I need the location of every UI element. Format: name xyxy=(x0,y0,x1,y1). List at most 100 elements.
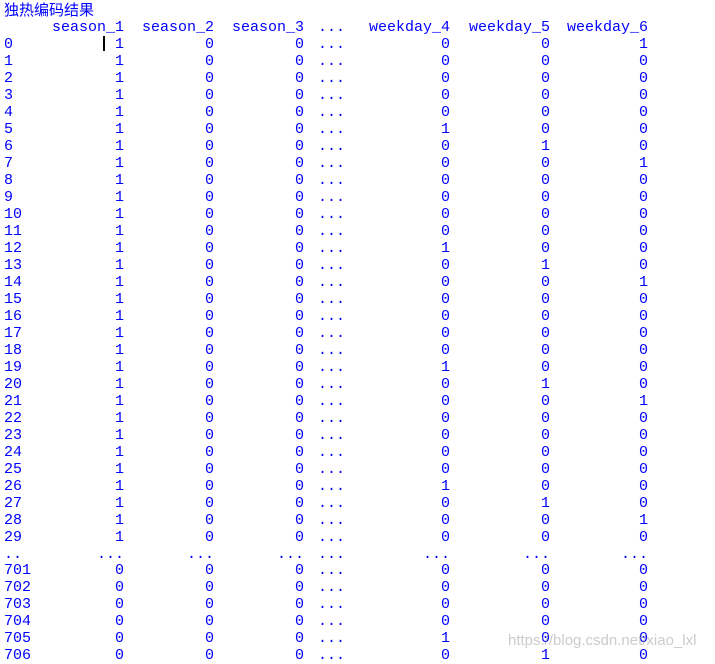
cell-season-3: 0 xyxy=(294,53,304,70)
row-index: 17 xyxy=(4,325,23,342)
cell-ellipsis: ... xyxy=(318,291,346,308)
row-index: 18 xyxy=(4,342,23,359)
cell-season-2: 0 xyxy=(204,630,214,647)
cell-weekday-4: 0 xyxy=(440,495,450,512)
cell-season-3: 0 xyxy=(294,70,304,87)
cell-season-2: 0 xyxy=(204,53,214,70)
cell-ellipsis: ... xyxy=(318,53,346,70)
cell-weekday-5: 0 xyxy=(540,172,550,189)
cell-season-1: 1 xyxy=(114,478,124,495)
cell-weekday-5: 0 xyxy=(540,104,550,121)
cell-weekday-6: 0 xyxy=(638,87,648,104)
cell-season-3: 0 xyxy=(294,613,304,630)
cell-weekday-4: 0 xyxy=(440,104,450,121)
table-row: 12 1 0 0... 1 0 0 xyxy=(4,240,648,257)
cell-weekday-6: 0 xyxy=(638,613,648,630)
table-row: 0 1 0 0... 0 0 1 xyxy=(4,36,648,53)
table-row: 8 1 0 0... 0 0 0 xyxy=(4,172,648,189)
cell-weekday-4: 0 xyxy=(440,647,450,664)
cell-weekday-4: 0 xyxy=(440,36,450,53)
cell-season-1: 1 xyxy=(114,461,124,478)
row-index: 702 xyxy=(4,579,32,596)
cell-season-3: 0 xyxy=(294,121,304,138)
table-row: 702 0 0 0... 0 0 0 xyxy=(4,579,648,596)
cell-season-2: 0 xyxy=(204,647,214,664)
cell-ellipsis: ... xyxy=(318,308,346,325)
cell-season-3: 0 xyxy=(294,172,304,189)
cell-season-2: 0 xyxy=(204,87,214,104)
cell-season-1: 1 xyxy=(114,512,124,529)
console-output: 独热编码结果 season_1 season_2 season_3 ... we… xyxy=(4,2,648,664)
cell-weekday-6: 0 xyxy=(638,647,648,664)
cell-season-3: 0 xyxy=(294,478,304,495)
table-row: 19 1 0 0... 1 0 0 xyxy=(4,359,648,376)
cell-season-1: 1 xyxy=(114,87,124,104)
cell-weekday-6: 0 xyxy=(638,478,648,495)
cell-weekday-5: 0 xyxy=(540,444,550,461)
cell-weekday-4: 0 xyxy=(440,308,450,325)
header-weekday-5: weekday_5 xyxy=(468,19,550,36)
cell-season-1: ... xyxy=(96,546,124,563)
cell-season-2: 0 xyxy=(204,376,214,393)
cell-weekday-5: 0 xyxy=(540,223,550,240)
cell-season-3: 0 xyxy=(294,495,304,512)
row-index: 0 xyxy=(4,36,14,53)
cell-season-2: 0 xyxy=(204,223,214,240)
header-season-2: season_2 xyxy=(141,19,214,36)
cell-weekday-5: 0 xyxy=(540,393,550,410)
cell-weekday-6: 0 xyxy=(638,342,648,359)
cell-season-2: 0 xyxy=(204,70,214,87)
cell-weekday-6: 0 xyxy=(638,579,648,596)
cell-weekday-4: 0 xyxy=(440,155,450,172)
cell-season-1: 1 xyxy=(114,70,124,87)
table-row: 23 1 0 0... 0 0 0 xyxy=(4,427,648,444)
cell-ellipsis: ... xyxy=(318,529,346,546)
cell-season-3: 0 xyxy=(294,579,304,596)
cell-ellipsis: ... xyxy=(318,478,346,495)
cell-ellipsis: ... xyxy=(318,427,346,444)
cell-season-2: 0 xyxy=(204,291,214,308)
cell-weekday-4: 1 xyxy=(440,478,450,495)
cell-weekday-6: 0 xyxy=(638,325,648,342)
table-row: 10 1 0 0... 0 0 0 xyxy=(4,206,648,223)
table-row: 14 1 0 0... 0 0 1 xyxy=(4,274,648,291)
table-row: 9 1 0 0... 0 0 0 xyxy=(4,189,648,206)
cell-season-1: 0 xyxy=(114,630,124,647)
row-index: 26 xyxy=(4,478,23,495)
cell-weekday-6: 0 xyxy=(638,461,648,478)
cell-season-1: 1 xyxy=(114,138,124,155)
cell-weekday-5: 0 xyxy=(540,87,550,104)
cell-ellipsis: ... xyxy=(318,630,346,647)
cell-season-3: 0 xyxy=(294,410,304,427)
row-index: 19 xyxy=(4,359,23,376)
cell-weekday-4: 1 xyxy=(440,359,450,376)
cell-weekday-6: 0 xyxy=(638,223,648,240)
cell-weekday-4: 0 xyxy=(440,427,450,444)
cell-weekday-5: 1 xyxy=(540,257,550,274)
cell-season-1: 1 xyxy=(114,206,124,223)
cell-weekday-6: 0 xyxy=(638,427,648,444)
cell-weekday-6: 1 xyxy=(638,274,648,291)
cell-season-1: 1 xyxy=(114,529,124,546)
cell-season-2: 0 xyxy=(204,444,214,461)
cell-weekday-4: 1 xyxy=(440,630,450,647)
cell-season-3: 0 xyxy=(294,325,304,342)
cell-weekday-4: 1 xyxy=(440,240,450,257)
cell-season-3: 0 xyxy=(294,393,304,410)
cell-ellipsis: ... xyxy=(318,257,346,274)
row-index: 701 xyxy=(4,562,32,579)
cell-weekday-4: 0 xyxy=(440,291,450,308)
cell-weekday-4: 0 xyxy=(440,579,450,596)
cell-ellipsis: ... xyxy=(318,410,346,427)
table-row: 16 1 0 0... 0 0 0 xyxy=(4,308,648,325)
cell-weekday-6: 0 xyxy=(638,308,648,325)
cell-season-2: 0 xyxy=(204,393,214,410)
cell-season-3: 0 xyxy=(294,512,304,529)
cell-season-1: 1 xyxy=(114,325,124,342)
cell-season-1: 1 xyxy=(114,121,124,138)
cell-season-3: 0 xyxy=(294,189,304,206)
cell-season-2: 0 xyxy=(204,359,214,376)
cell-ellipsis: ... xyxy=(318,274,346,291)
cell-season-2: 0 xyxy=(204,104,214,121)
cell-weekday-6: 0 xyxy=(638,70,648,87)
